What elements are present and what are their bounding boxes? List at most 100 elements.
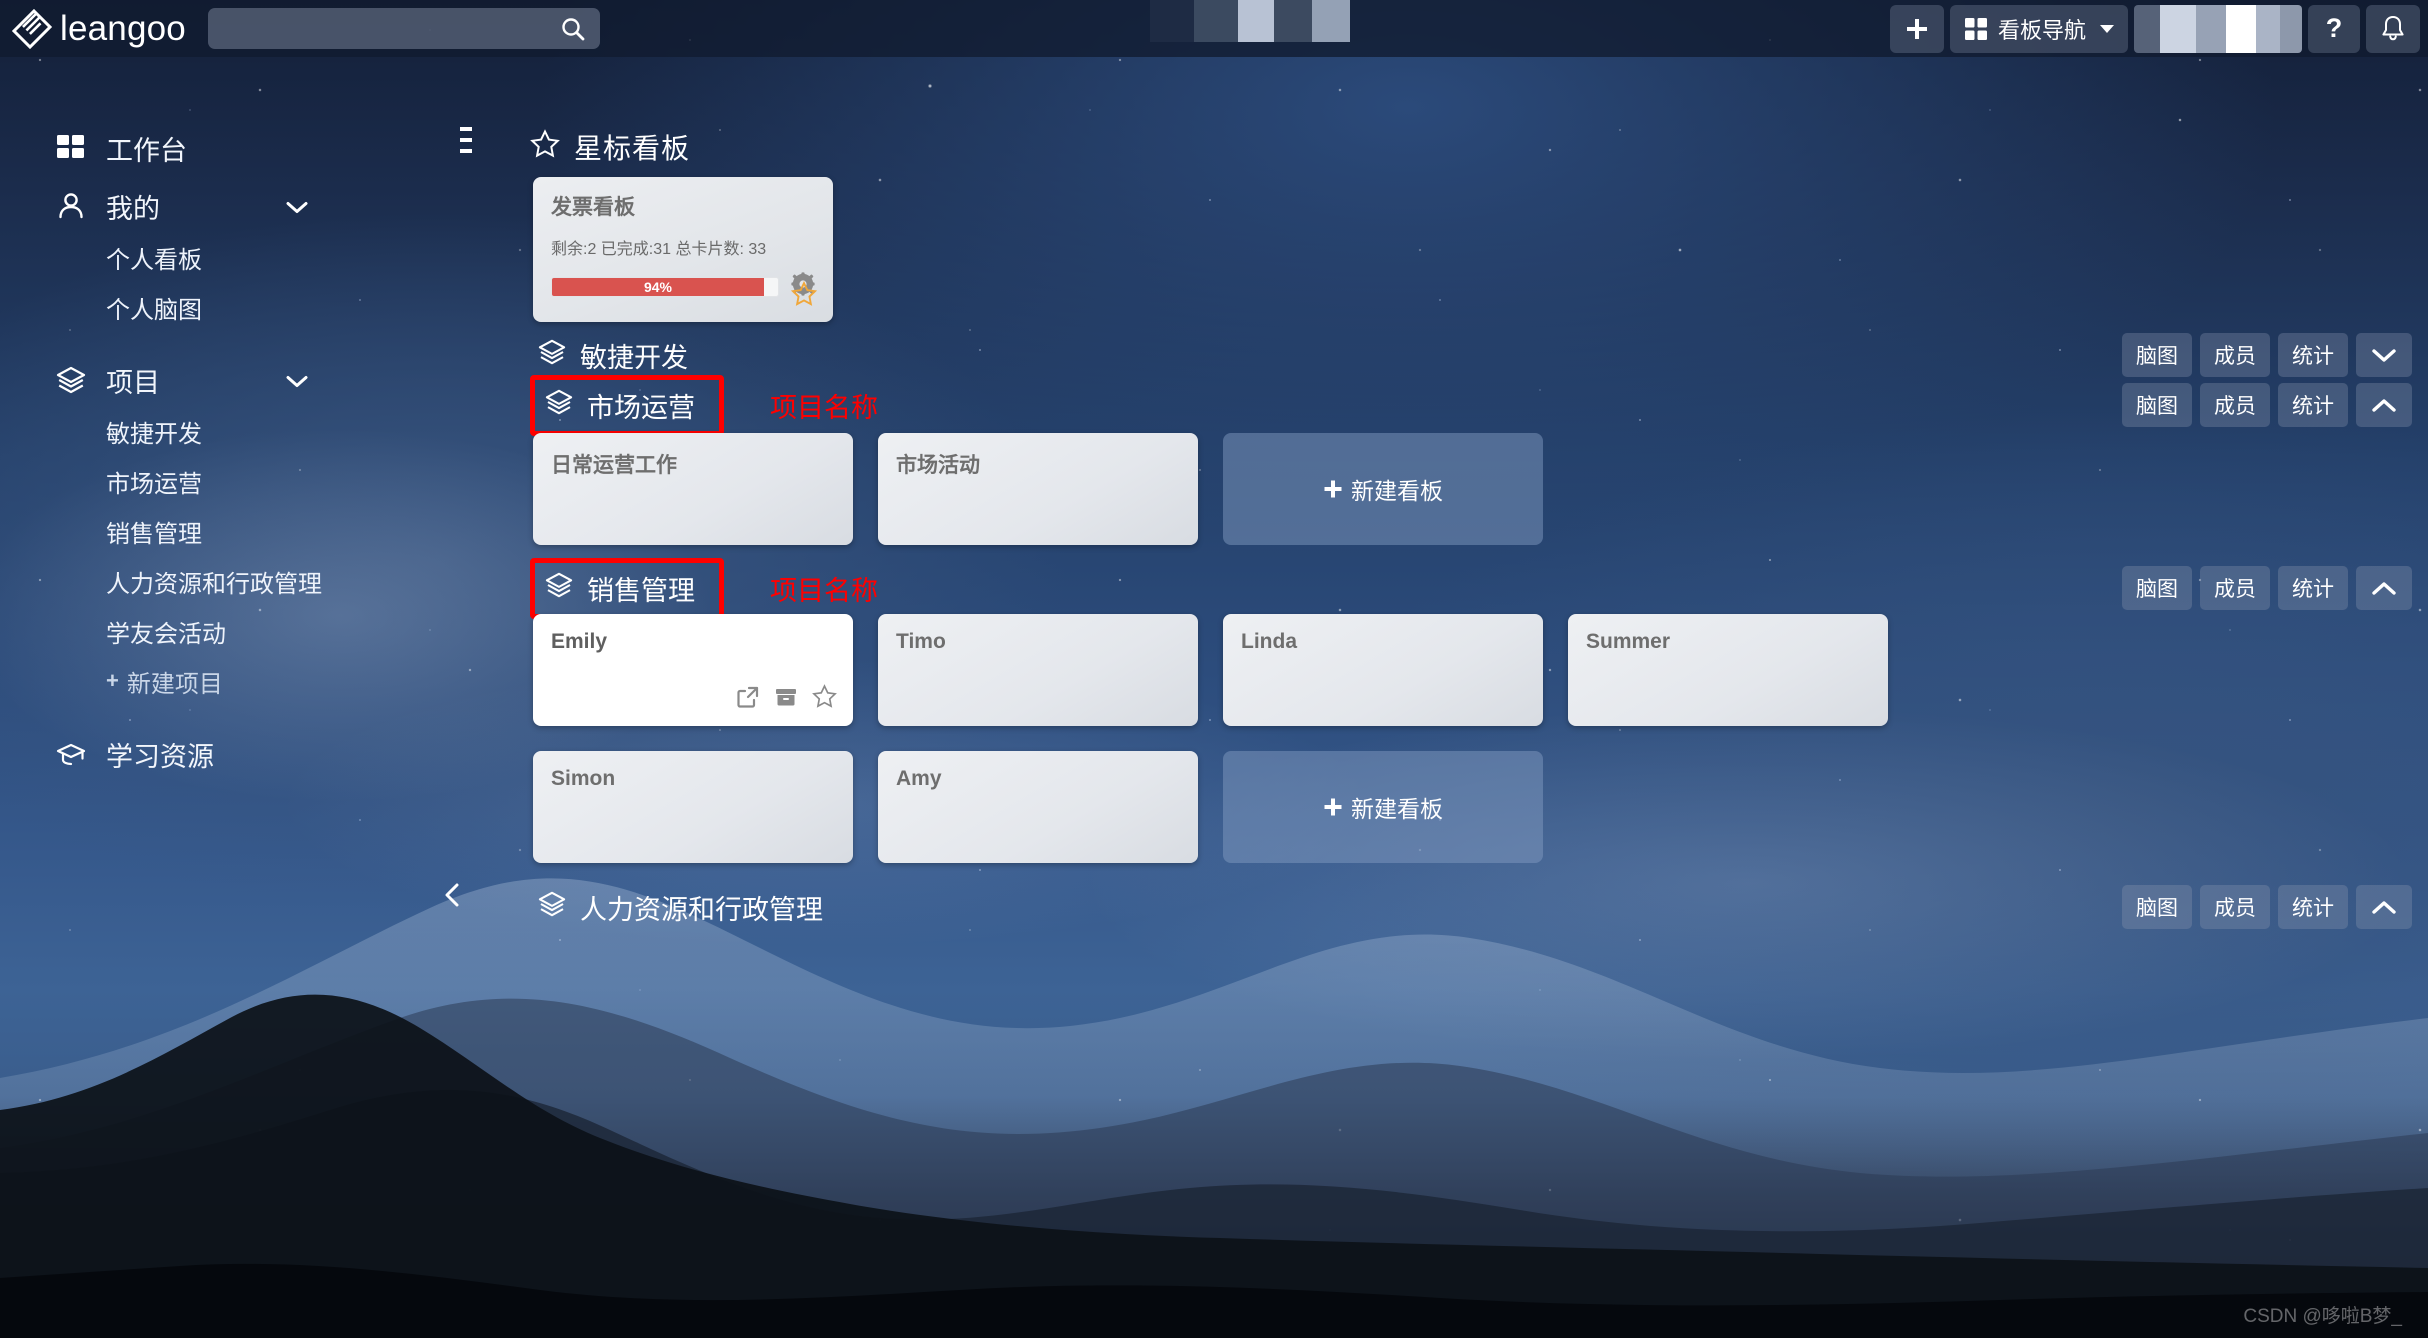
mindmap-button[interactable]: 脑图 [2122, 383, 2192, 427]
search-box[interactable] [207, 8, 600, 49]
sidebar-item-project-agile[interactable]: 敏捷开发 [0, 406, 460, 456]
new-board-button-marketing[interactable]: 新建看板 [1223, 433, 1543, 545]
star-filled-outline-icon[interactable] [790, 280, 818, 312]
board-card-linda[interactable]: Linda [1223, 614, 1543, 726]
sidebar-item-project-alumni[interactable]: 学友会活动 [0, 606, 460, 656]
layers-icon [538, 890, 566, 925]
project-title: 敏捷开发 [580, 342, 688, 373]
annotation-project-name-2: 项目名称 [770, 575, 878, 606]
sidebar-item-personal-mindmap[interactable]: 个人脑图 [0, 282, 460, 332]
avatar-blurred[interactable] [2134, 4, 2302, 53]
grid-dashboard-icon [56, 133, 96, 163]
new-board-button-sales[interactable]: 新建看板 [1223, 751, 1543, 863]
left-sidebar: 工作台 我的 个人看板 个人脑图 项目 敏捷开发 市场运营 销售管理 人力资源和… [0, 57, 460, 1338]
collapse-toggle-button[interactable] [2356, 566, 2412, 610]
board-card-emily[interactable]: Emily [533, 614, 853, 726]
archive-box-icon[interactable] [774, 685, 798, 714]
sidebar-item-project-sales[interactable]: 销售管理 [0, 506, 460, 556]
sidebar-item-mine[interactable]: 我的 [0, 180, 460, 232]
board-card-daily-ops[interactable]: 日常运营工作 [533, 433, 853, 545]
project-row-agile: 敏捷开发 脑图 成员 统计 [460, 327, 2428, 383]
stats-button[interactable]: 统计 [2278, 333, 2348, 377]
new-board-label-wrap: 新建看板 [1323, 472, 1443, 506]
search-input[interactable] [207, 18, 560, 39]
board-card-amy[interactable]: Amy [878, 751, 1198, 863]
board-navigation-button[interactable]: 看板导航 [1949, 4, 2128, 53]
members-button[interactable]: 成员 [2200, 383, 2270, 427]
collapse-menu-icon[interactable] [460, 125, 478, 155]
stats-button[interactable]: 统计 [2278, 383, 2348, 427]
stats-button[interactable]: 统计 [2278, 566, 2348, 610]
project-row-marketing: 市场运营 项目名称 脑图 成员 统计 [460, 374, 2428, 436]
mindmap-button[interactable]: 脑图 [2122, 885, 2192, 929]
blurred-user-region [1150, 0, 1350, 42]
members-button[interactable]: 成员 [2200, 885, 2270, 929]
project-actions-sales: 脑图 成员 统计 [2122, 566, 2412, 610]
sidebar-label-project-hr: 人力资源和行政管理 [106, 570, 322, 598]
members-button[interactable]: 成员 [2200, 566, 2270, 610]
sidebar-collapse-button[interactable] [440, 882, 466, 908]
board-name: 日常运营工作 [551, 454, 677, 477]
project-row-hr: 人力资源和行政管理 脑图 成员 统计 [460, 879, 2428, 935]
progress-bar-label: 94% [643, 278, 673, 295]
mindmap-button[interactable]: 脑图 [2122, 333, 2192, 377]
stats-button[interactable]: 统计 [2278, 885, 2348, 929]
search-icon[interactable] [560, 16, 586, 42]
sidebar-label-project-marketing: 市场运营 [106, 470, 202, 498]
help-label: ? [2325, 13, 2343, 43]
board-stats: 剩余:2 已完成:31 总卡片数: 33 [551, 241, 767, 259]
project-title: 人力资源和行政管理 [580, 894, 823, 925]
add-button[interactable] [1889, 4, 1944, 53]
board-card-market-activity[interactable]: 市场活动 [878, 433, 1198, 545]
sidebar-label-mine: 我的 [106, 193, 160, 224]
expand-toggle-button[interactable] [2356, 333, 2412, 377]
notifications-button[interactable] [2366, 4, 2420, 53]
chevron-down-icon-mine[interactable] [286, 191, 308, 222]
bell-notification-icon [2382, 15, 2404, 40]
logo-text: leangoo [60, 8, 186, 48]
sidebar-item-personal-board[interactable]: 个人看板 [0, 232, 460, 282]
app-logo[interactable]: leangoo [12, 8, 186, 49]
sidebar-item-new-project[interactable]: + 新建项目 [0, 656, 460, 706]
board-card-timo[interactable]: Timo [878, 614, 1198, 726]
board-progress-row: 94% [551, 272, 815, 301]
new-board-label: 新建看板 [1351, 478, 1443, 504]
project-actions-marketing: 脑图 成员 统计 [2122, 383, 2412, 427]
plus-icon [1324, 798, 1342, 816]
layers-icon [538, 338, 566, 373]
chevron-up-icon [2372, 399, 2396, 412]
mindmap-button[interactable]: 脑图 [2122, 566, 2192, 610]
board-card-simon[interactable]: Simon [533, 751, 853, 863]
starred-boards-title: 星标看板 [574, 133, 691, 164]
chevron-left-icon [445, 883, 459, 907]
sidebar-item-project-hr[interactable]: 人力资源和行政管理 [0, 556, 460, 606]
chevron-down-icon-projects[interactable] [286, 365, 308, 396]
layers-icon [545, 388, 573, 423]
sidebar-label-learning-resources: 学习资源 [106, 741, 214, 772]
project-title: 销售管理 [587, 575, 695, 606]
members-button[interactable]: 成员 [2200, 333, 2270, 377]
sidebar-item-project-marketing[interactable]: 市场运营 [0, 456, 460, 506]
project-name-sales[interactable]: 销售管理 [530, 557, 724, 619]
top-header-bar: leangoo 看板导航 ? [0, 0, 2428, 57]
collapse-toggle-button[interactable] [2356, 383, 2412, 427]
project-name-marketing[interactable]: 市场运营 [530, 374, 724, 436]
chevron-up-icon [2372, 901, 2396, 914]
sidebar-label-personal-mindmap: 个人脑图 [106, 296, 202, 324]
sidebar-item-projects[interactable]: 项目 [0, 354, 460, 406]
sidebar-label-personal-board: 个人看板 [106, 246, 202, 274]
board-name: Emily [551, 630, 608, 653]
sidebar-item-workbench[interactable]: 工作台 [0, 122, 460, 174]
external-link-icon[interactable] [736, 685, 760, 714]
board-card-summer[interactable]: Summer [1568, 614, 1888, 726]
board-name: 市场活动 [896, 454, 980, 477]
project-name-hr[interactable]: 人力资源和行政管理 [530, 880, 839, 935]
help-button[interactable]: ? [2308, 4, 2360, 53]
star-outline-icon[interactable] [812, 684, 837, 714]
graduation-cap-icon [56, 739, 96, 769]
project-actions-hr: 脑图 成员 统计 [2122, 885, 2412, 929]
starred-board-card[interactable]: 发票看板 剩余:2 已完成:31 总卡片数: 33 94% [533, 177, 833, 322]
sidebar-item-learning-resources[interactable]: 学习资源 [0, 728, 460, 780]
expand-toggle-button[interactable] [2356, 885, 2412, 929]
